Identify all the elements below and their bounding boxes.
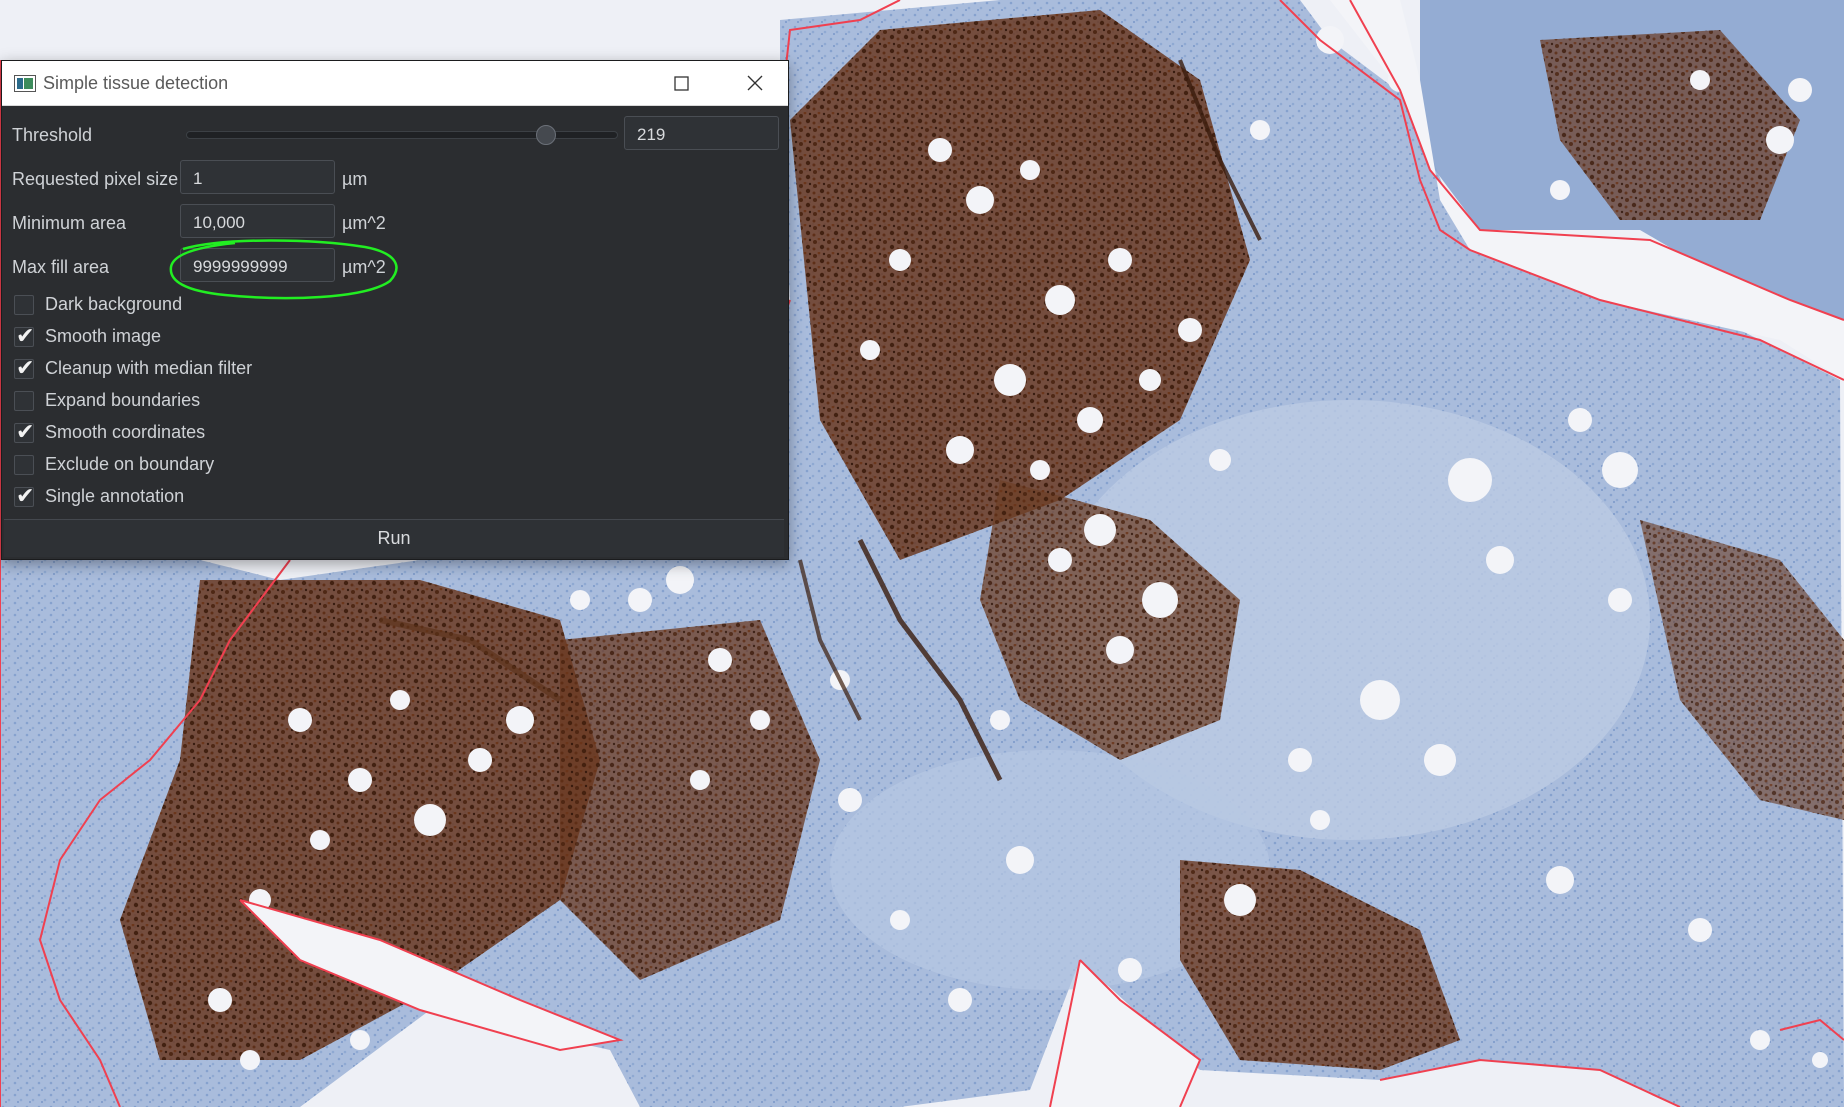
minimum-area-input[interactable]: 10,000 xyxy=(180,204,335,238)
close-button[interactable] xyxy=(722,61,788,105)
median-filter-label: Cleanup with median filter xyxy=(45,358,253,378)
pixel-size-input[interactable]: 1 xyxy=(180,160,335,194)
checkmark-icon: ✔ xyxy=(16,324,35,349)
exclude-on-boundary-option[interactable]: Exclude on boundary xyxy=(14,453,414,479)
checkmark-icon: ✔ xyxy=(16,420,35,445)
smooth-coordinates-checkbox[interactable]: ✔ xyxy=(14,420,35,445)
single-annotation-checkbox[interactable]: ✔ xyxy=(14,484,35,509)
expand-boundaries-checkbox[interactable] xyxy=(14,391,34,411)
smooth-image-checkbox[interactable]: ✔ xyxy=(14,324,35,349)
expand-boundaries-label: Expand boundaries xyxy=(45,390,201,410)
dark-background-label: Dark background xyxy=(45,294,183,314)
pixel-size-label: Requested pixel size xyxy=(12,169,179,189)
expand-boundaries-option[interactable]: Expand boundaries xyxy=(14,389,414,415)
smooth-coordinates-label: Smooth coordinates xyxy=(45,422,206,442)
smooth-coordinates-option[interactable]: ✔ Smooth coordinates xyxy=(14,420,414,447)
threshold-input[interactable]: 219 xyxy=(624,116,779,150)
checkmark-icon: ✔ xyxy=(16,484,35,509)
smooth-image-option[interactable]: ✔ Smooth image xyxy=(14,324,414,351)
checkmark-icon: ✔ xyxy=(16,356,35,381)
minimize-icon xyxy=(609,82,621,84)
maximize-button[interactable] xyxy=(648,61,714,105)
smooth-image-label: Smooth image xyxy=(45,326,162,346)
threshold-label: Threshold xyxy=(12,125,93,145)
minimum-area-unit: µm^2 xyxy=(342,213,386,233)
single-annotation-option[interactable]: ✔ Single annotation xyxy=(14,484,414,511)
run-button[interactable]: Run xyxy=(4,519,784,557)
single-annotation-label: Single annotation xyxy=(45,486,185,506)
simple-tissue-detection-dialog: Simple tissue detection Threshold 219 Re… xyxy=(1,60,789,560)
close-icon xyxy=(747,75,763,91)
threshold-slider[interactable] xyxy=(186,125,618,145)
median-filter-option[interactable]: ✔ Cleanup with median filter xyxy=(14,356,414,383)
minimize-button[interactable] xyxy=(582,61,648,105)
minimum-area-label: Minimum area xyxy=(12,213,127,233)
highlight-annotation xyxy=(169,239,398,300)
dark-background-checkbox[interactable] xyxy=(14,295,34,315)
pixel-size-unit: µm xyxy=(342,169,368,189)
app-window-icon xyxy=(14,75,36,92)
slider-thumb[interactable] xyxy=(536,125,556,145)
max-fill-area-label: Max fill area xyxy=(12,257,110,277)
maximize-icon xyxy=(674,76,689,91)
dialog-title: Simple tissue detection xyxy=(43,73,229,93)
exclude-on-boundary-checkbox[interactable] xyxy=(14,455,34,475)
dialog-titlebar[interactable]: Simple tissue detection xyxy=(2,61,788,106)
median-filter-checkbox[interactable]: ✔ xyxy=(14,356,35,381)
exclude-on-boundary-label: Exclude on boundary xyxy=(45,454,215,474)
